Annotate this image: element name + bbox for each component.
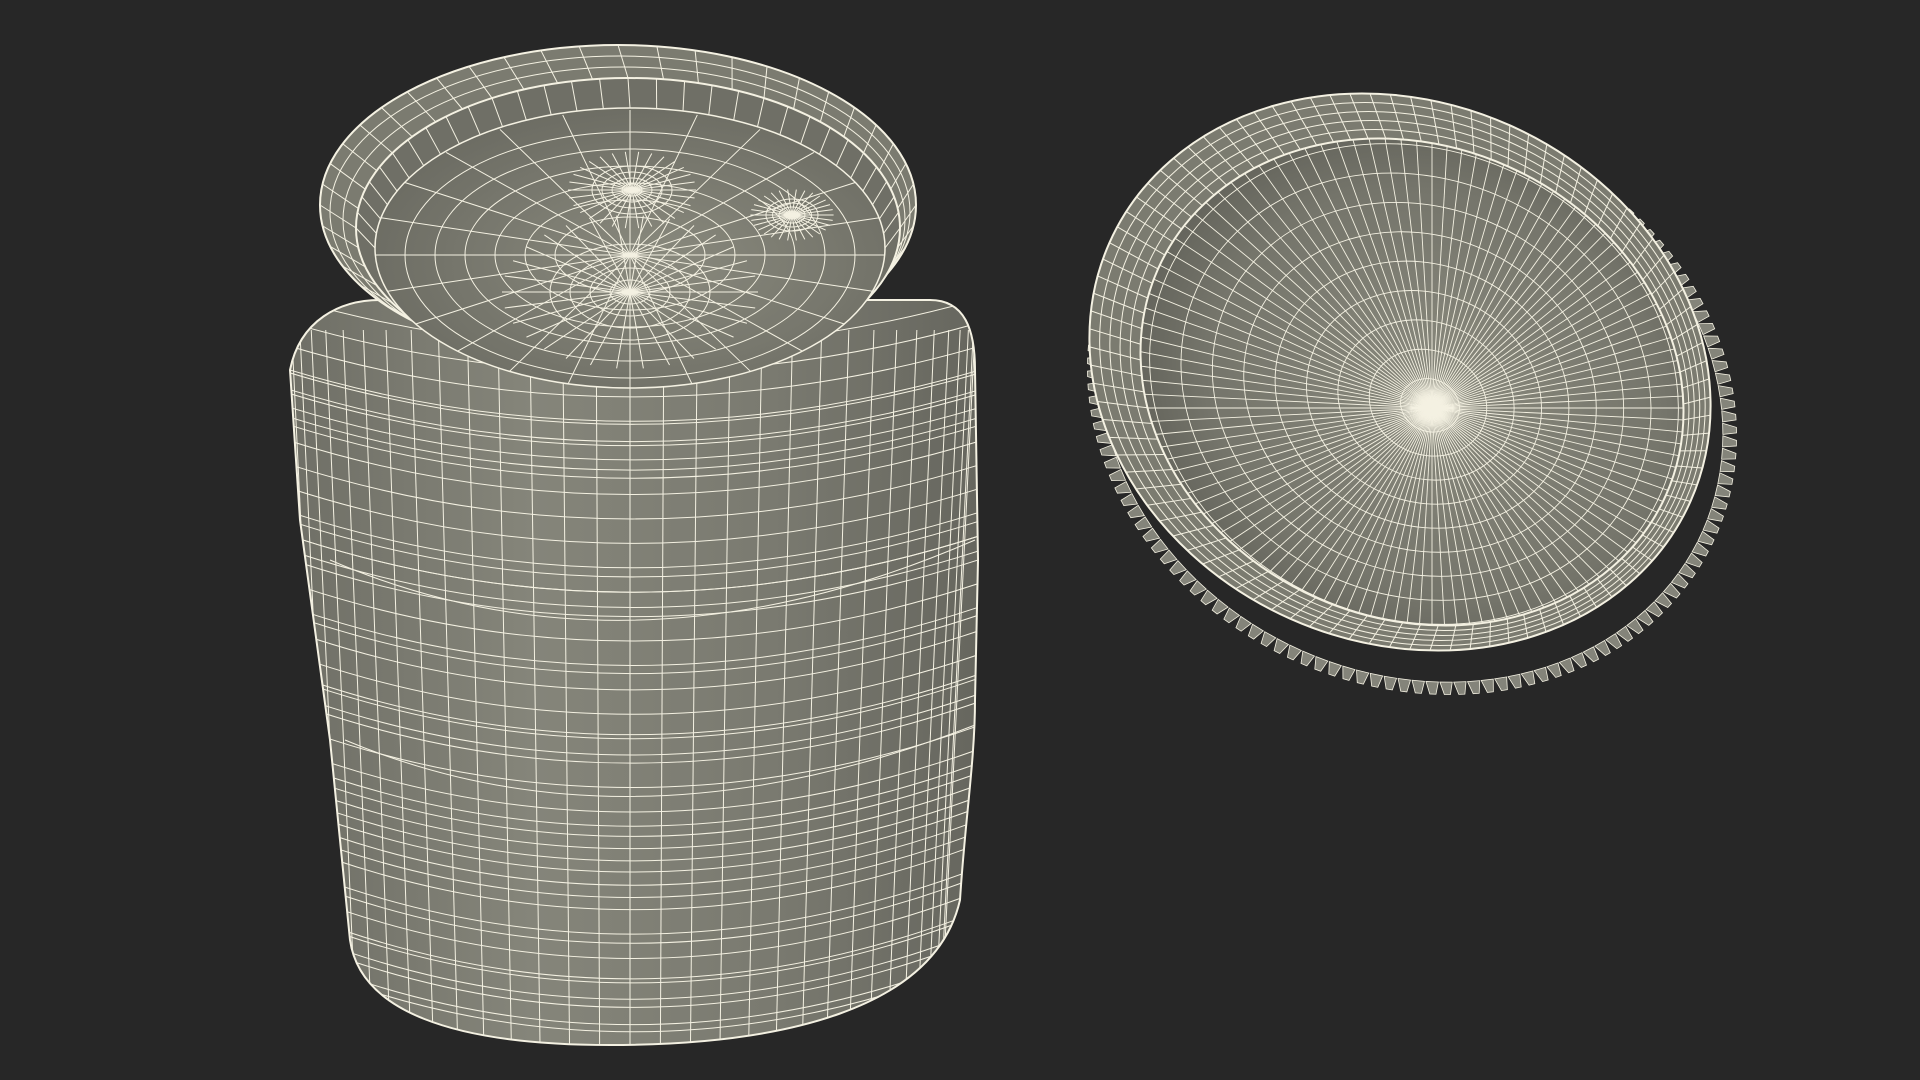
viewport-3d bbox=[0, 0, 1920, 1080]
jar-lid bbox=[1087, 92, 1762, 708]
wireframe-render bbox=[288, 44, 1762, 1047]
jar-body bbox=[288, 44, 980, 1047]
jar-body-surface bbox=[288, 299, 980, 1047]
